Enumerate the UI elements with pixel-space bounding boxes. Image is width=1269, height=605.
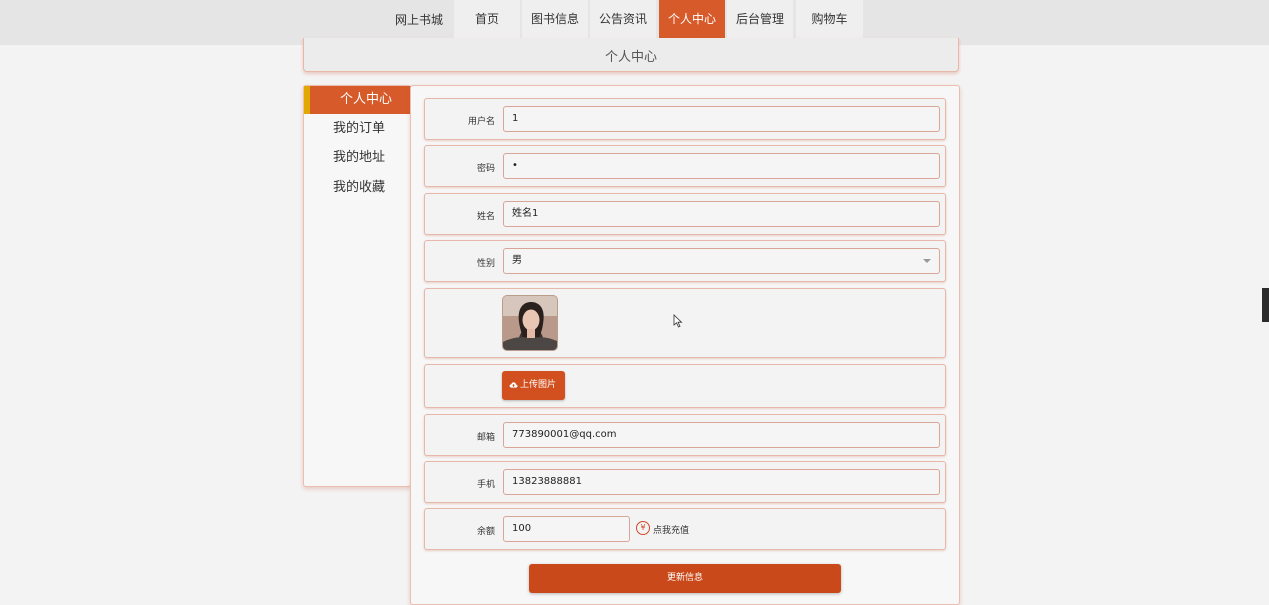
username-input[interactable]: 1 <box>503 106 940 132</box>
nav-item-books[interactable]: 图书信息 <box>522 0 588 41</box>
sidebar-item-orders[interactable]: 我的订单 <box>304 115 411 143</box>
upload-image-label: 上传图片 <box>520 380 557 390</box>
password-input[interactable]: • <box>503 153 940 179</box>
phone-label: 手机 <box>476 480 495 490</box>
recharge-link[interactable]: 点我充值 <box>653 523 689 536</box>
form-row-email: 邮箱 773890001@qq.com <box>424 414 946 456</box>
form-row-username: 用户名 1 <box>424 98 946 140</box>
balance-input[interactable]: 100 <box>503 516 630 542</box>
name-input[interactable]: 姓名1 <box>503 201 940 227</box>
nav-item-home[interactable]: 首页 <box>454 0 520 41</box>
upload-image-button[interactable]: 上传图片 <box>502 371 565 400</box>
sidebar-item-personal-center[interactable]: 个人中心 <box>304 86 411 114</box>
nav-item-admin[interactable]: 后台管理 <box>727 0 793 41</box>
name-label: 姓名 <box>476 212 495 222</box>
yen-icon[interactable]: ¥ <box>636 521 650 535</box>
cloud-upload-icon <box>509 382 518 388</box>
password-label: 密码 <box>476 164 495 174</box>
balance-label: 余额 <box>476 527 495 537</box>
page-title: 个人中心 <box>604 50 657 65</box>
site-brand[interactable]: 网上书城 <box>386 0 452 41</box>
form-row-balance: 余额 100 ¥ 点我充值 <box>424 508 946 550</box>
page-title-banner: 个人中心 <box>303 38 959 72</box>
form-row-gender: 性别 男 <box>424 240 946 282</box>
form-row-upload: 上传图片 <box>424 364 946 408</box>
avatar <box>502 295 558 351</box>
chevron-down-icon <box>923 259 931 263</box>
nav-item-news[interactable]: 公告资讯 <box>590 0 656 41</box>
email-input[interactable]: 773890001@qq.com <box>503 422 940 448</box>
username-label: 用户名 <box>467 117 495 127</box>
sidebar: 个人中心 我的订单 我的地址 我的收藏 <box>303 85 411 487</box>
gender-select-value: 男 <box>512 255 522 266</box>
form-row-avatar <box>424 288 946 358</box>
phone-input[interactable]: 13823888881 <box>503 469 940 495</box>
gender-select[interactable]: 男 <box>503 248 940 274</box>
form-row-name: 姓名 姓名1 <box>424 193 946 235</box>
email-label: 邮箱 <box>476 433 495 443</box>
form-row-password: 密码 • <box>424 145 946 187</box>
profile-form-panel: 用户名 1 密码 • 姓名 姓名1 性别 男 上传图片 邮箱 773890001… <box>410 85 960 605</box>
mouse-cursor-icon <box>673 314 683 328</box>
sidebar-item-addresses[interactable]: 我的地址 <box>304 144 411 172</box>
form-row-phone: 手机 13823888881 <box>424 461 946 503</box>
gender-label: 性别 <box>476 259 495 269</box>
sidebar-item-favorites[interactable]: 我的收藏 <box>304 174 411 202</box>
update-info-button[interactable]: 更新信息 <box>529 564 841 593</box>
nav-item-cart[interactable]: 购物车 <box>796 0 863 41</box>
side-drawer-handle[interactable] <box>1262 288 1269 322</box>
